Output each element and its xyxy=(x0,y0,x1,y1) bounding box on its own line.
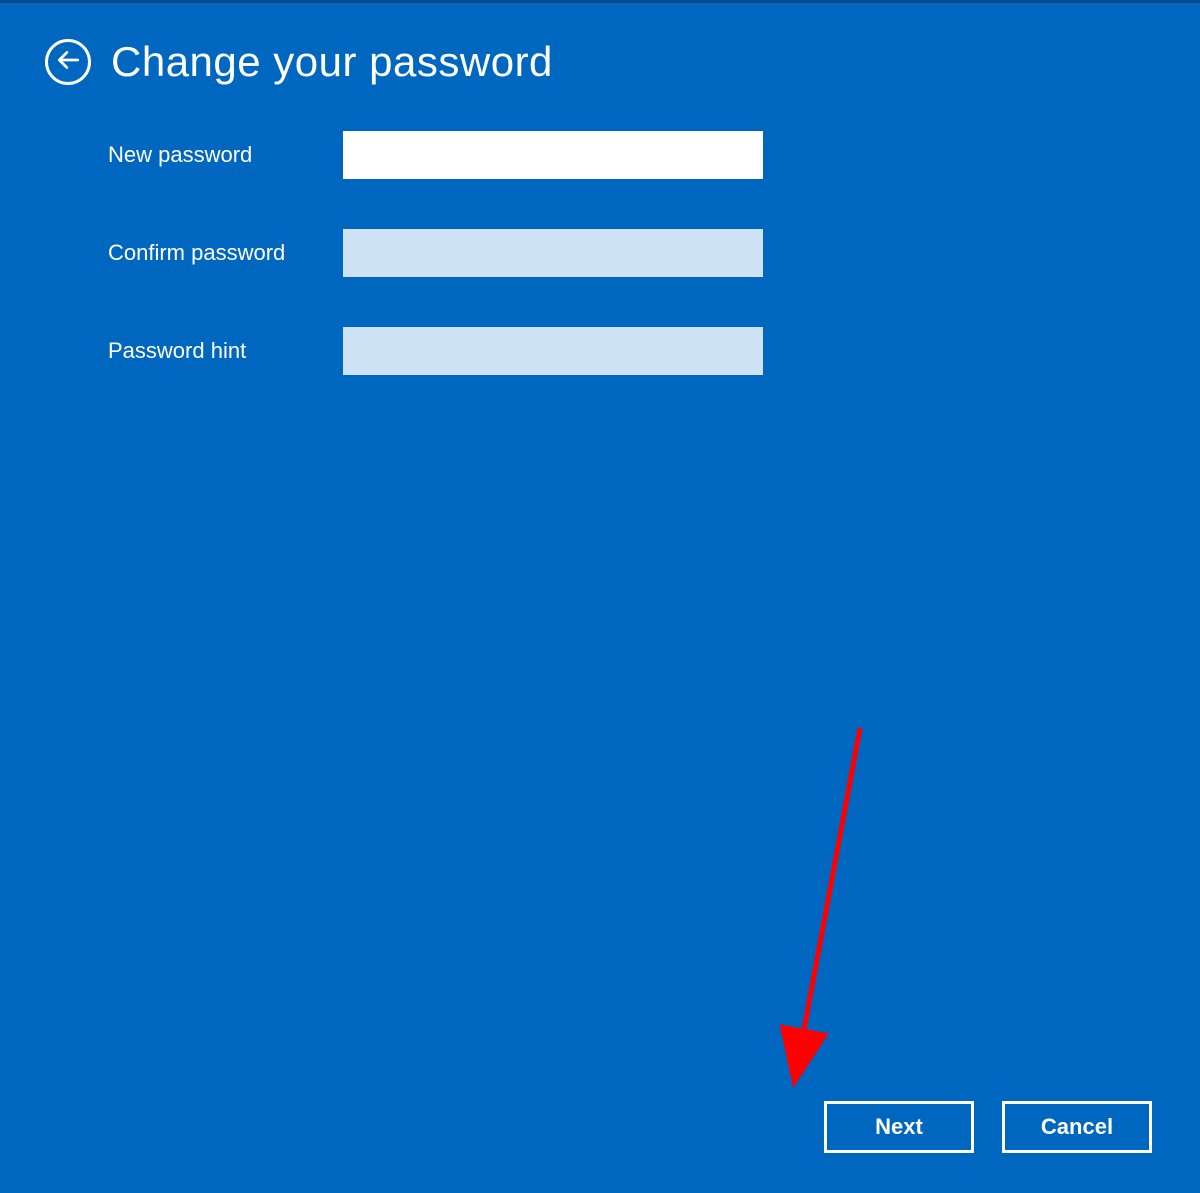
confirm-password-label: Confirm password xyxy=(108,240,343,266)
password-hint-row: Password hint xyxy=(108,327,1200,375)
password-form: New password Confirm password Password h… xyxy=(0,86,1200,375)
page-header: Change your password xyxy=(0,3,1200,86)
back-button[interactable] xyxy=(45,39,91,85)
new-password-input[interactable] xyxy=(343,131,763,179)
confirm-password-row: Confirm password xyxy=(108,229,1200,277)
confirm-password-input[interactable] xyxy=(343,229,763,277)
cancel-button[interactable]: Cancel xyxy=(1002,1101,1152,1153)
annotation-arrow-icon xyxy=(730,723,880,1103)
button-bar: Next Cancel xyxy=(824,1101,1152,1153)
new-password-label: New password xyxy=(108,142,343,168)
page-title: Change your password xyxy=(111,38,553,86)
arrow-left-icon xyxy=(55,47,81,78)
password-hint-input[interactable] xyxy=(343,327,763,375)
new-password-row: New password xyxy=(108,131,1200,179)
next-button[interactable]: Next xyxy=(824,1101,974,1153)
password-hint-label: Password hint xyxy=(108,338,343,364)
